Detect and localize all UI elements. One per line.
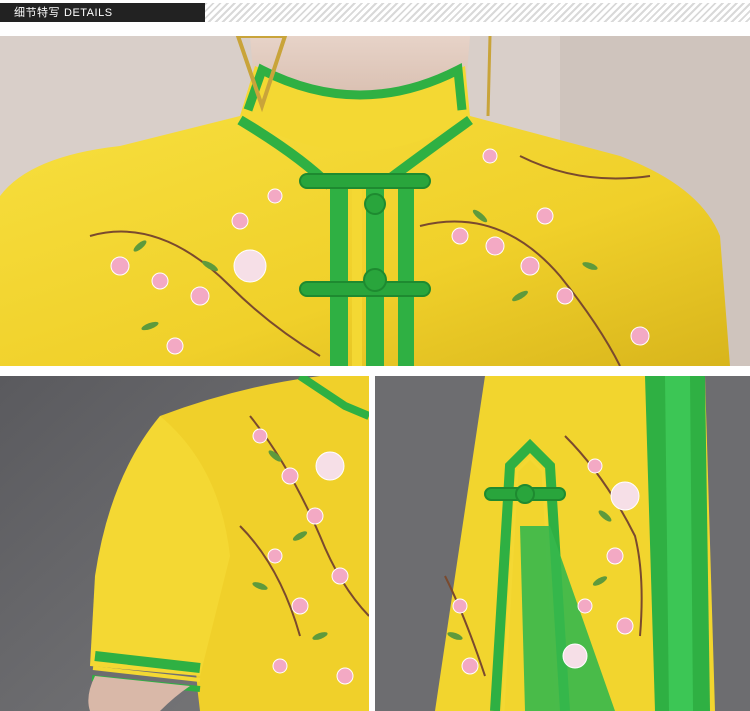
section-title-en: DETAILS <box>64 7 113 19</box>
side-slit-detail-photo <box>375 376 750 711</box>
sleeve-detail-photo <box>0 376 369 711</box>
collar-detail-photo <box>0 36 750 366</box>
section-title: 细节特写 DETAILS <box>0 3 205 22</box>
header-stripe-divider <box>205 3 750 22</box>
section-title-cn: 细节特写 <box>14 6 60 19</box>
section-header: 细节特写 DETAILS <box>0 0 750 26</box>
